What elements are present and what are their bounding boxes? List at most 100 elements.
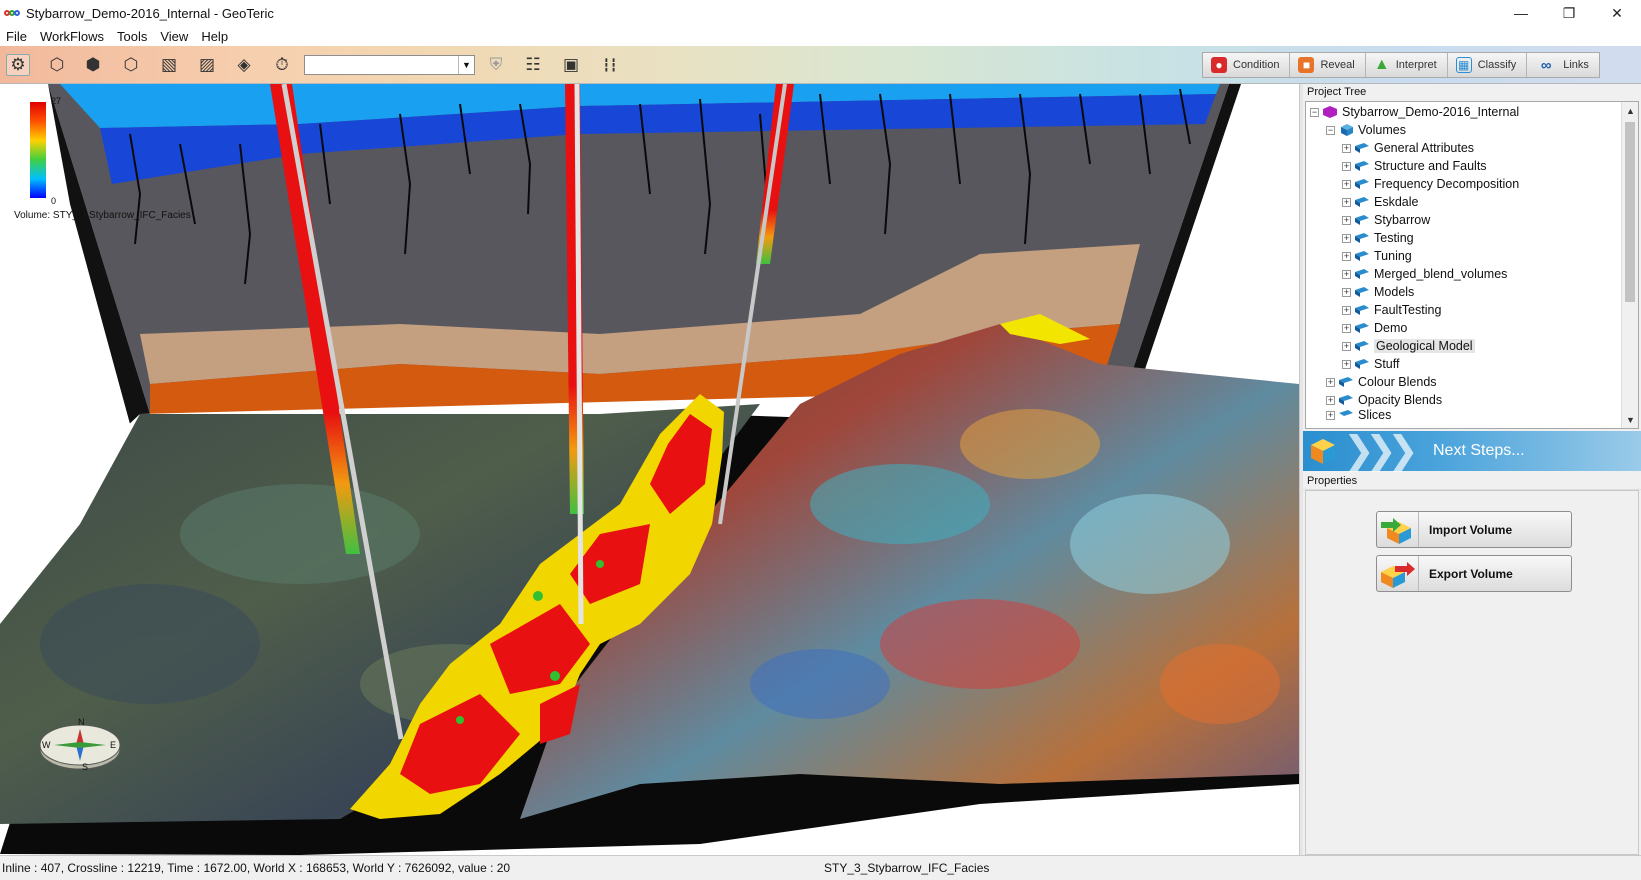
timer-icon[interactable]: ⏱ <box>270 54 294 76</box>
project-icon <box>1323 106 1337 118</box>
tree-item-faulttesting[interactable]: + FaultTesting <box>1342 301 1441 319</box>
import-volume-button[interactable]: Import Volume <box>1376 511 1572 548</box>
slice-folder-icon <box>1339 410 1353 416</box>
tab-interpret-label: Interpret <box>1395 59 1437 71</box>
tree-item-label: Tuning <box>1374 249 1412 263</box>
minimize-button[interactable]: — <box>1497 0 1545 26</box>
expand-icon[interactable]: + <box>1342 233 1351 243</box>
tab-condition[interactable]: ● Condition <box>1203 53 1291 77</box>
tab-reveal[interactable]: ■ Reveal <box>1290 53 1366 77</box>
geoteric-logo-icon <box>4 8 20 18</box>
menu-help[interactable]: Help <box>195 29 235 44</box>
tree-item-models[interactable]: + Models <box>1342 283 1414 301</box>
scroll-up-icon[interactable]: ▲ <box>1622 102 1638 119</box>
close-button[interactable]: ✕ <box>1593 0 1641 26</box>
export-volume-button[interactable]: Export Volume <box>1376 555 1572 592</box>
tab-links[interactable]: ∞ Links <box>1527 53 1599 77</box>
menu-file[interactable]: File <box>0 29 34 44</box>
tree-item-label-selected: Geological Model <box>1374 339 1475 353</box>
tree-item-demo[interactable]: + Demo <box>1342 319 1407 337</box>
tree-opacity-blends[interactable]: + Opacity Blends <box>1326 391 1442 409</box>
tree-item-label: Merged_blend_volumes <box>1374 267 1508 281</box>
blend-folder-icon <box>1339 377 1353 387</box>
view-combo-box[interactable]: ▼ <box>304 55 475 75</box>
tree-item-tuning[interactable]: + Tuning <box>1342 247 1412 265</box>
shield-icon[interactable]: ⛨ <box>484 54 508 76</box>
color-legend-bar <box>30 102 46 198</box>
expand-icon[interactable]: + <box>1342 287 1351 297</box>
tree-item-general-attributes[interactable]: + General Attributes <box>1342 139 1474 157</box>
expand-icon[interactable]: + <box>1342 359 1351 369</box>
expand-icon[interactable]: + <box>1342 341 1351 351</box>
volume-folder-icon <box>1355 269 1369 279</box>
expand-icon[interactable]: + <box>1342 269 1351 279</box>
expand-icon[interactable]: + <box>1342 305 1351 315</box>
collapse-icon[interactable]: − <box>1326 125 1335 135</box>
menu-tools[interactable]: Tools <box>111 29 154 44</box>
tree-item-frequency-decomposition[interactable]: + Frequency Decomposition <box>1342 175 1519 193</box>
expand-icon[interactable]: + <box>1342 179 1351 189</box>
tree-root[interactable]: − Stybarrow_Demo-2016_Internal <box>1310 103 1519 121</box>
scroll-thumb[interactable] <box>1625 122 1635 302</box>
inline-view-icon[interactable]: ▧ <box>157 54 181 76</box>
expand-icon[interactable]: + <box>1342 323 1351 333</box>
compass-w: W <box>42 740 51 750</box>
tree-item-stuff[interactable]: + Stuff <box>1342 355 1399 373</box>
tree-item-eskdale[interactable]: + Eskdale <box>1342 193 1418 211</box>
volume-folder-icon <box>1355 251 1369 261</box>
expand-icon[interactable]: + <box>1342 143 1351 153</box>
tree-item-label: Colour Blends <box>1358 375 1437 389</box>
expand-icon[interactable]: + <box>1342 161 1351 171</box>
horizon-view-icon[interactable]: ◈ <box>232 54 256 76</box>
tree-item-stybarrow[interactable]: + Stybarrow <box>1342 211 1430 229</box>
seismic-scene[interactable] <box>0 84 1299 855</box>
tree-slices[interactable]: + Slices <box>1326 409 1391 421</box>
right-panel: Project Tree − Stybarrow_Demo-2016_Inter… <box>1303 84 1641 855</box>
restore-button[interactable]: ❐ <box>1545 0 1593 26</box>
camera-icon[interactable]: ▣ <box>559 54 583 76</box>
compass-icon[interactable]: N E S W <box>38 715 123 773</box>
select-tool-icon[interactable]: ⚙ <box>6 54 30 76</box>
zoom-view-icon[interactable]: ⬡ <box>119 54 143 76</box>
ruler-icon[interactable]: ┇┇ <box>596 54 624 76</box>
pan-view-icon[interactable]: ⬢ <box>81 54 105 76</box>
tree-volumes[interactable]: − Volumes <box>1326 121 1406 139</box>
menu-workflows[interactable]: WorkFlows <box>34 29 111 44</box>
tab-interpret[interactable]: ▲ Interpret <box>1365 53 1448 77</box>
clipboard-icon[interactable]: ☷ <box>521 54 545 76</box>
expand-icon[interactable]: + <box>1342 251 1351 261</box>
tree-item-label: Eskdale <box>1374 195 1419 209</box>
expand-icon[interactable]: + <box>1326 395 1335 405</box>
volume-folder-icon <box>1355 215 1369 225</box>
legend-min-value: 0 <box>51 196 57 206</box>
tab-classify[interactable]: ▦ Classify <box>1447 53 1528 77</box>
reveal-icon: ■ <box>1298 57 1315 73</box>
project-tree-header: Project Tree <box>1303 84 1641 101</box>
properties-header: Properties <box>1303 473 1641 490</box>
expand-icon[interactable]: + <box>1342 197 1351 207</box>
tree-item-geological-model[interactable]: + Geological Model <box>1342 337 1475 355</box>
tree-colour-blends[interactable]: + Colour Blends <box>1326 373 1437 391</box>
rotate-view-icon[interactable]: ⬡ <box>45 54 69 76</box>
menu-view[interactable]: View <box>154 29 195 44</box>
compass-s: S <box>82 762 88 772</box>
tree-item-merged-blend-volumes[interactable]: + Merged_blend_volumes <box>1342 265 1507 283</box>
import-volume-icon <box>1377 512 1419 547</box>
collapse-icon[interactable]: − <box>1310 107 1319 117</box>
scroll-down-icon[interactable]: ▼ <box>1622 411 1638 428</box>
crossline-view-icon[interactable]: ▨ <box>195 54 219 76</box>
project-tree[interactable]: − Stybarrow_Demo-2016_Internal − Volumes… <box>1305 101 1639 429</box>
expand-icon[interactable]: + <box>1326 410 1335 420</box>
cursor-info-text: Inline : 407, Crossline : 12219, Time : … <box>2 861 511 875</box>
tree-scrollbar[interactable]: ▲ ▼ <box>1621 102 1638 428</box>
expand-icon[interactable]: + <box>1326 377 1335 387</box>
expand-icon[interactable]: + <box>1342 215 1351 225</box>
chevron-down-icon[interactable]: ▼ <box>458 56 474 74</box>
tab-reveal-label: Reveal <box>1320 59 1355 71</box>
next-steps-banner[interactable]: ❯ ❯ ❯ Next Steps... <box>1303 431 1641 471</box>
tree-volumes-label: Volumes <box>1358 123 1406 137</box>
tree-item-testing[interactable]: + Testing <box>1342 229 1414 247</box>
window-title: Stybarrow_Demo-2016_Internal - GeoTeric <box>26 5 274 21</box>
tree-item-structure-and-faults[interactable]: + Structure and Faults <box>1342 157 1487 175</box>
3d-viewport[interactable]: 27 0 Volume: STY_3_Stybarrow_IFC_Facies … <box>0 84 1299 855</box>
